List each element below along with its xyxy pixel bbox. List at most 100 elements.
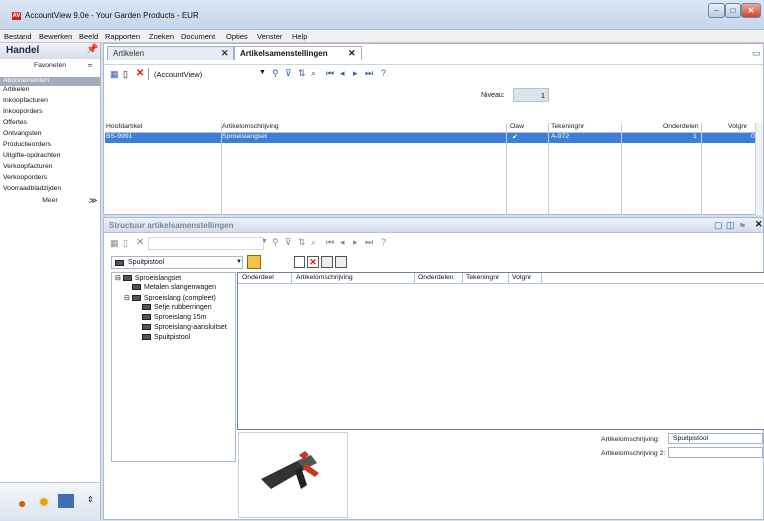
panel-close-icon[interactable]: ✕ (755, 219, 763, 230)
col-header[interactable]: Onderdelen (663, 123, 699, 130)
window-restore-icon[interactable]: ▭ (752, 48, 761, 59)
desc-field[interactable]: Spuitpistool (668, 433, 763, 444)
col-header[interactable]: Artikelomschrijving (222, 123, 279, 130)
sidebar-favorites[interactable]: Favorieten (0, 62, 100, 69)
last-record-icon[interactable]: ⏭ (365, 68, 373, 79)
tree-node[interactable]: Sproeislang 15m (142, 314, 207, 321)
sidebar-item-inkoopfacturen[interactable]: Inkoopfacturen (3, 97, 48, 104)
dropdown-arrow-icon[interactable]: ▼ (236, 259, 242, 265)
menu-beeld[interactable]: Beeld (79, 32, 98, 41)
minimize-icon[interactable]: – (708, 3, 725, 18)
delete-icon[interactable]: ✕ (136, 68, 144, 79)
level-field[interactable]: 1 (513, 88, 549, 102)
maximize-icon[interactable]: □ (725, 3, 741, 18)
item-selector[interactable]: Spuitpistool ▼ (111, 256, 243, 269)
menu-rapporten[interactable]: Rapporten (105, 32, 140, 41)
tree-node[interactable]: Metalen slangenwagen (132, 284, 216, 291)
last-record-icon[interactable]: ⏭ (365, 237, 373, 248)
col-header[interactable]: Tekeningnr (551, 123, 584, 130)
tree-expander-icon[interactable]: ⊟ (124, 295, 132, 302)
sort-icon[interactable]: ⇅ (298, 237, 306, 248)
vertical-scrollbar[interactable] (755, 123, 763, 215)
new-item-icon[interactable] (294, 256, 305, 268)
previous-record-icon[interactable]: ◂ (340, 237, 345, 248)
tab-close-icon[interactable]: ✕ (221, 48, 229, 59)
list-view-icon[interactable]: ▦ (110, 69, 119, 80)
filter-icon[interactable]: ⊽ (285, 237, 292, 248)
list-view-icon[interactable]: ▦ (110, 238, 119, 249)
tree-node[interactable]: Spuitpistool (142, 334, 190, 341)
sidebar-item-verkoopfacturen[interactable]: Verkoopfacturen (3, 163, 53, 170)
collapse-chevron-icon[interactable]: ≈ (88, 61, 92, 70)
filter-icon[interactable]: ⊽ (285, 68, 292, 79)
next-record-icon[interactable]: ▸ (353, 237, 358, 248)
table-row[interactable] (105, 133, 755, 143)
search-icon[interactable]: ⚲ (272, 237, 279, 248)
col-header[interactable]: Onderdeel (242, 274, 274, 281)
new-document-icon[interactable]: ▯ (123, 238, 128, 249)
menu-bewerken[interactable]: Bewerken (39, 32, 72, 41)
delete-icon[interactable]: ✕ (136, 237, 144, 248)
next-record-icon[interactable]: ▸ (353, 68, 358, 79)
close-icon[interactable]: ✕ (741, 3, 761, 18)
tree-expander-icon[interactable]: ⊟ (115, 275, 123, 282)
col-header[interactable]: Volgnr (728, 123, 747, 130)
tree-node[interactable]: Setje rubberringen (142, 304, 212, 311)
dropdown-arrow-icon[interactable]: ▼ (259, 69, 266, 76)
pin-icon[interactable]: 📌 (86, 44, 98, 55)
col-header[interactable]: Volgnr (512, 274, 531, 281)
tab-artikelen[interactable]: Artikelen ✕ (107, 46, 234, 60)
sidebar-item-ontvangsten[interactable]: Ontvangsten (3, 130, 42, 137)
panel-split-icon[interactable]: ◫ (726, 220, 735, 231)
col-header[interactable]: Artikelomschrijving (296, 274, 353, 281)
help-icon[interactable]: ? (381, 237, 386, 247)
sort-icon[interactable]: ⇅ (298, 68, 306, 79)
tree-node[interactable]: ⊟ Sproeislangset (115, 274, 181, 282)
first-record-icon[interactable]: ⏮ (326, 68, 334, 79)
find-icon[interactable]: ⌕ (311, 68, 316, 79)
find-icon[interactable]: ⌕ (311, 237, 316, 248)
structure-view-select[interactable] (148, 237, 264, 250)
tree-node[interactable]: ⊟ Sproeislang (compleet) (124, 294, 216, 302)
open-folder-icon[interactable] (247, 255, 261, 269)
new-document-icon[interactable]: ▯ (123, 69, 128, 80)
tree-node[interactable]: Sproeislang-aansluitset (142, 324, 227, 331)
sidebar-item-offertes[interactable]: Offertes (3, 119, 27, 126)
sidebar-item-uitgifte-opdrachten[interactable]: Uitgifte-opdrachten (3, 152, 60, 159)
menu-document[interactable]: Document (181, 32, 215, 41)
sun-module-icon[interactable]: ✹ (38, 494, 50, 511)
menu-zoeken[interactable]: Zoeken (149, 32, 174, 41)
tab-close-icon[interactable]: ✕ (348, 48, 356, 59)
sidebar-item-selected[interactable]: Abonnementen (0, 77, 100, 86)
sidebar-item-verkooporders[interactable]: Verkooporders (3, 174, 47, 181)
preview-icon[interactable] (335, 256, 347, 268)
properties-icon[interactable] (321, 256, 333, 268)
menu-help[interactable]: Help (292, 32, 307, 41)
view-select[interactable]: (AccountView) (154, 70, 202, 79)
search-icon[interactable]: ⚲ (272, 68, 279, 79)
col-header[interactable]: Oaw (510, 123, 524, 130)
remove-item-icon[interactable]: ✕ (307, 256, 319, 268)
tab-artikelsamenstellingen[interactable]: Artikelsamenstellingen ✕ (234, 46, 362, 60)
panel-collapse-icon[interactable]: ≈ (740, 220, 745, 230)
col-header[interactable]: Tekeningnr (466, 274, 499, 281)
sidebar-item-inkooporders[interactable]: Inkooporders (3, 108, 43, 115)
module-scroll-icon[interactable]: ⇕ (87, 495, 94, 504)
menu-bestand[interactable]: Bestand (4, 32, 32, 41)
expand-chevron-icon[interactable]: ≫ (89, 196, 97, 205)
people-module-icon[interactable]: ● (18, 495, 26, 511)
menu-opties[interactable]: Opties (226, 32, 248, 41)
graph-module-icon[interactable] (58, 494, 74, 508)
sidebar-item-productieorders[interactable]: Productieorders (3, 141, 51, 148)
sidebar-more[interactable]: Meer (0, 197, 100, 204)
help-icon[interactable]: ? (381, 68, 386, 78)
desc2-field[interactable] (668, 447, 763, 458)
previous-record-icon[interactable]: ◂ (340, 68, 345, 79)
col-header[interactable]: Onderdelen (418, 274, 454, 281)
panel-view-icon[interactable]: ▢ (714, 220, 723, 231)
first-record-icon[interactable]: ⏮ (326, 237, 334, 248)
col-header[interactable]: Hoofdartikel (106, 123, 142, 130)
sidebar-item-voorraadbladzijden[interactable]: Voorraadbladzijden (3, 185, 61, 192)
sidebar-item-artikelen[interactable]: Artikelen (3, 86, 29, 93)
menu-venster[interactable]: Venster (257, 32, 282, 41)
